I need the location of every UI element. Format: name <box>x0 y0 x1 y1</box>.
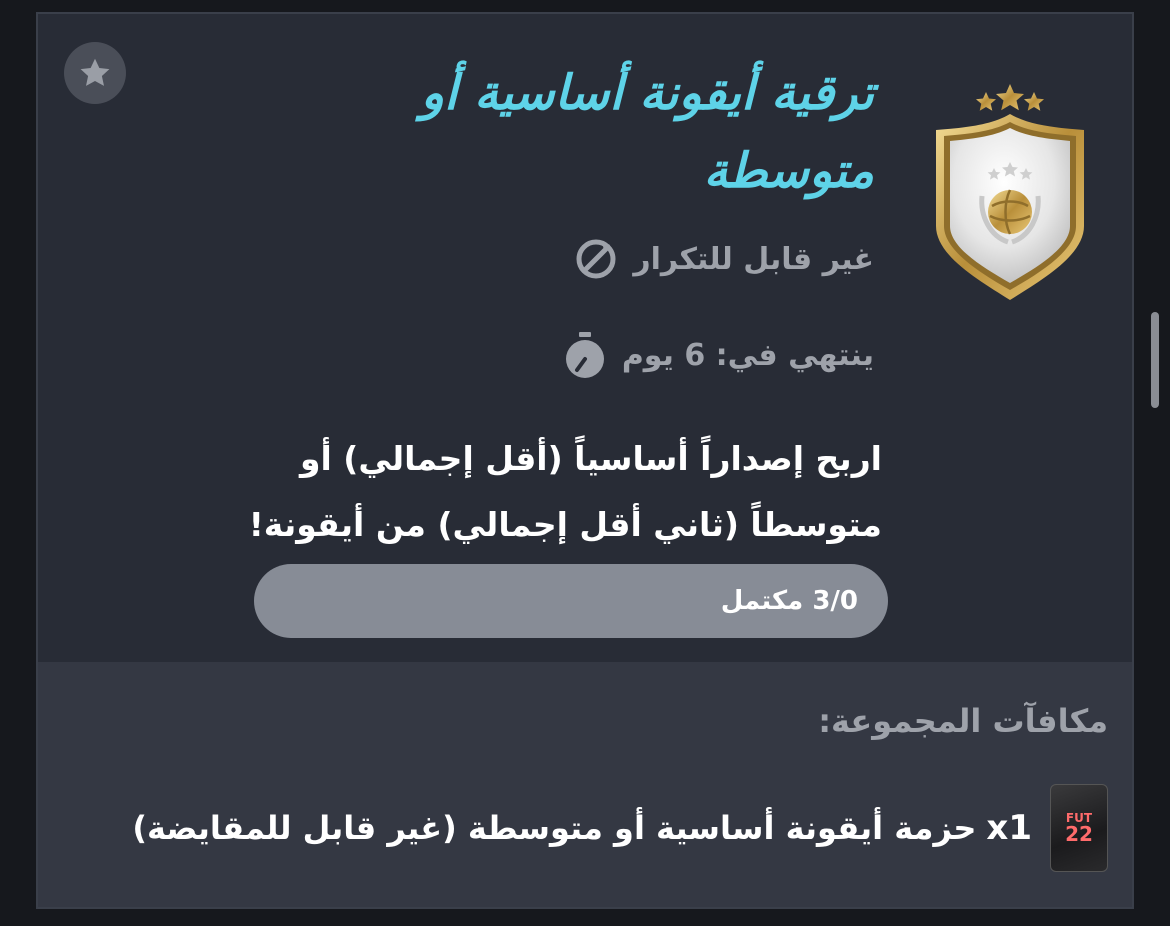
repeat-status-text: غير قابل للتكرار <box>633 241 874 277</box>
repeat-status-row: غير قابل للتكرار <box>573 236 874 282</box>
progress-bar: 3/0 مكتمل <box>254 564 888 638</box>
icon-shield-badge <box>930 76 1090 302</box>
pack-year: 22 <box>1065 822 1093 846</box>
no-repeat-icon <box>573 236 619 282</box>
reward-quantity: x1 <box>986 808 1032 848</box>
star-icon <box>80 58 110 86</box>
objective-description: اربح إصداراً أساسياً (أقل إجمالي) أو متو… <box>248 439 882 544</box>
expiry-row: ينتهي في: 6 يوم <box>562 332 874 378</box>
reward-description: x1 حزمة أيقونة أساسية أو متوسطة (غير قاب… <box>132 808 1032 848</box>
objective-details: ترقية أيقونة أساسية أو متوسطة غير قابل ل… <box>38 14 1132 662</box>
expiry-text: ينتهي في: 6 يوم <box>621 337 874 373</box>
reward-name: حزمة أيقونة أساسية أو متوسطة (غير قابل ل… <box>132 809 977 847</box>
pack-icon: FUT 22 <box>1050 784 1108 872</box>
screen: ترقية أيقونة أساسية أو متوسطة غير قابل ل… <box>0 0 1170 926</box>
favorite-button[interactable] <box>64 42 126 104</box>
objective-card: ترقية أيقونة أساسية أو متوسطة غير قابل ل… <box>36 12 1134 909</box>
objective-title: ترقية أيقونة أساسية أو متوسطة <box>420 65 874 199</box>
rewards-title: مكافآت المجموعة: <box>818 702 1108 740</box>
reward-item: FUT 22 x1 حزمة أيقونة أساسية أو متوسطة (… <box>132 784 1108 872</box>
stopwatch-icon <box>562 332 608 378</box>
scrollbar-thumb[interactable] <box>1151 312 1159 408</box>
progress-label: 3/0 مكتمل <box>720 586 858 616</box>
